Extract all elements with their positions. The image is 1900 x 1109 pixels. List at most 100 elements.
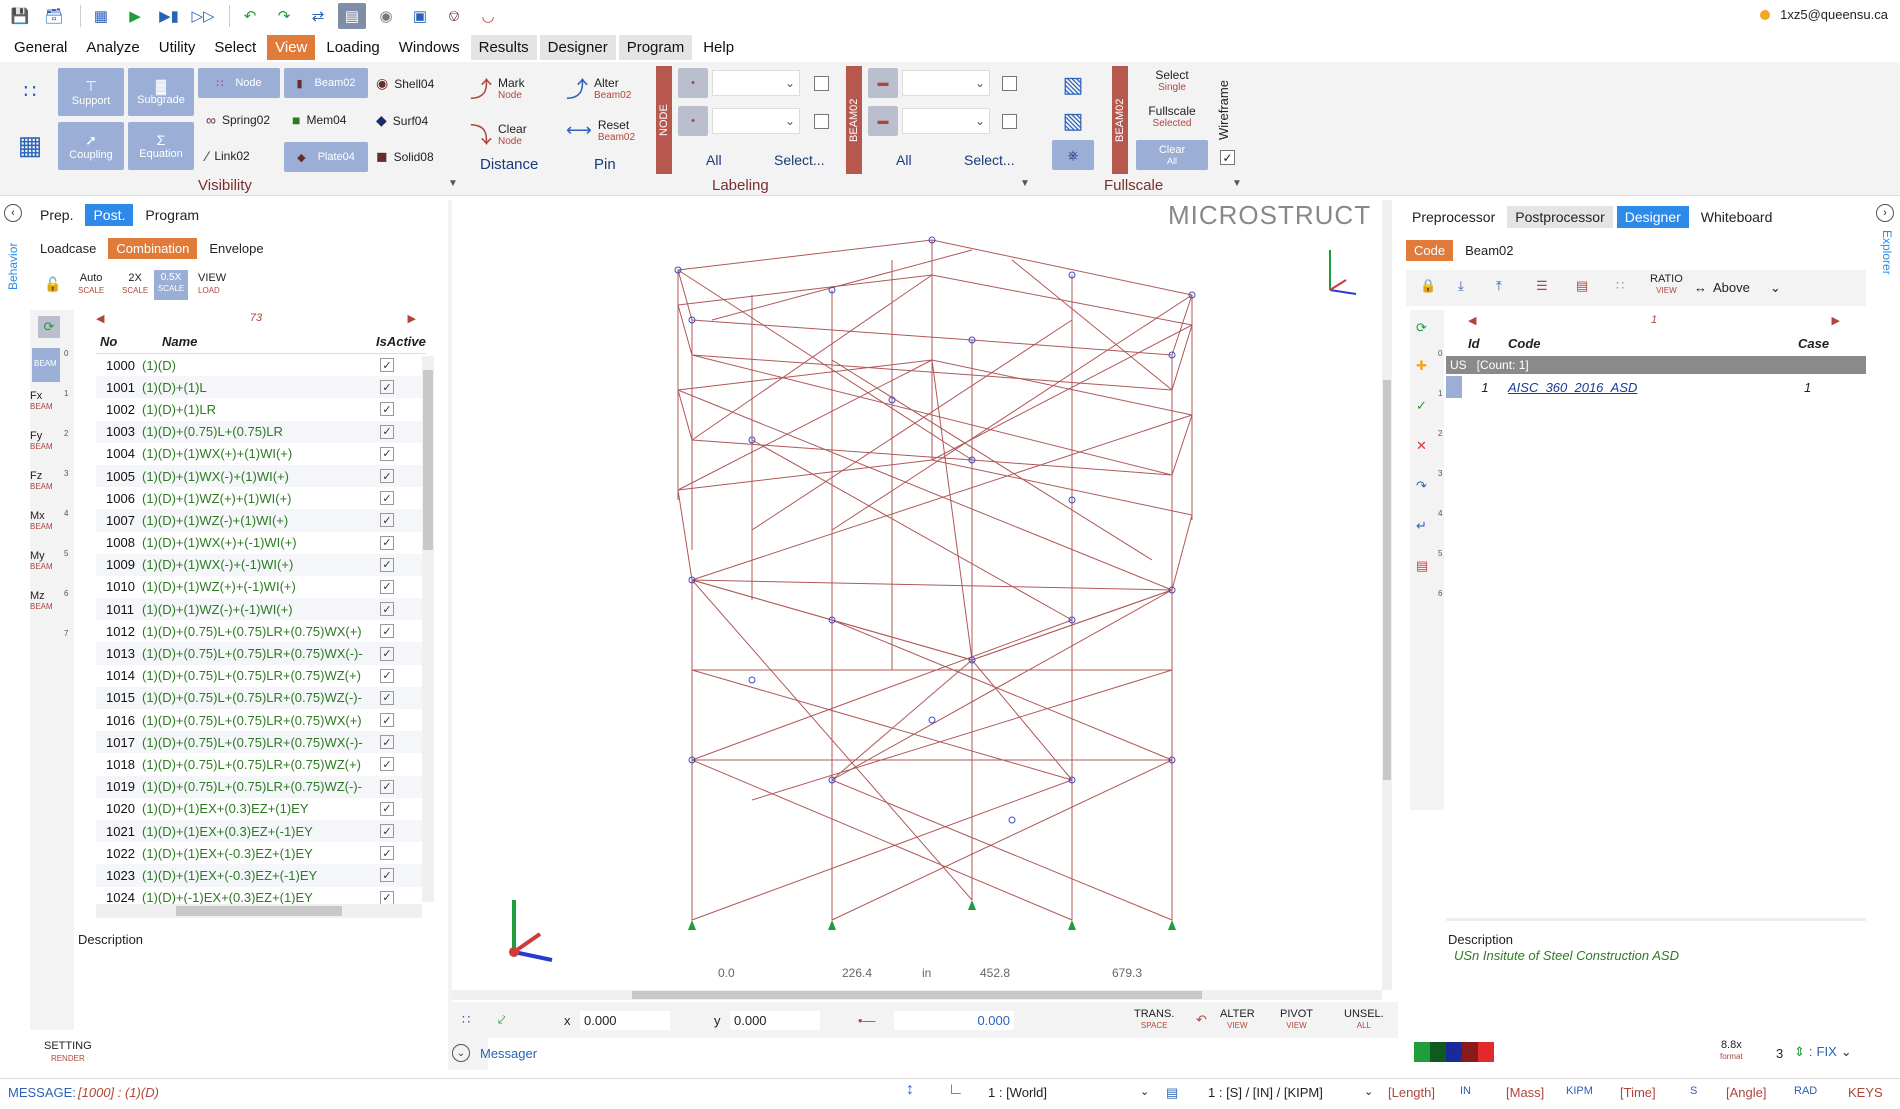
lock-icon[interactable]: 🔓 <box>44 276 61 293</box>
tab-preprocessor[interactable]: Preprocessor <box>1404 206 1503 228</box>
explorer-side-tab[interactable]: Explorer <box>1880 230 1894 290</box>
cursor-icon[interactable]: ⤦ <box>498 1012 505 1028</box>
solid08-button[interactable]: ◼ Solid08 <box>376 148 434 165</box>
table-row[interactable]: 1001 (1)(D)+(1)L ✓ <box>96 376 426 399</box>
messager-bar[interactable]: ⌄ Messager <box>452 1044 537 1062</box>
chevron-down-icon[interactable]: ⌄ <box>452 1044 470 1062</box>
beam-label-combo-2[interactable]: ⌄ <box>902 108 990 134</box>
surf04-button[interactable]: ◆ Surf04 <box>376 112 428 129</box>
clear-all-button[interactable]: Clear All <box>1136 140 1208 170</box>
menu-general[interactable]: General <box>6 35 75 60</box>
frame-icon[interactable]: ⎊ <box>440 3 468 29</box>
pin-button[interactable]: Pin <box>594 156 616 173</box>
beam-label-icon-2[interactable]: ▬ <box>868 106 898 136</box>
chevron-down-icon[interactable]: ⌄ <box>1364 1085 1373 1098</box>
jump-icon[interactable]: ▷▷ <box>189 3 217 29</box>
grid-snap-icon[interactable]: ∷ <box>462 1012 470 1028</box>
table-row[interactable]: 1016 (1)(D)+(0.75)L+(0.75)LR+(0.75)WX(+) ✓ <box>96 709 426 731</box>
is-active-checkbox[interactable]: ✓ <box>380 446 394 461</box>
viewport-hscrollbar[interactable] <box>452 990 1382 1000</box>
tab-whiteboard[interactable]: Whiteboard <box>1693 206 1781 228</box>
length-unit[interactable]: IN <box>1460 1085 1471 1097</box>
link02-button[interactable]: ∕ Link02 <box>206 148 250 164</box>
coord-system-dropdown[interactable]: 1 : [World] <box>988 1085 1047 1100</box>
beam-all-button[interactable]: All <box>896 152 912 168</box>
collapse-left-icon[interactable]: ‹ <box>4 204 22 222</box>
table-row[interactable]: 1006 (1)(D)+(1)WZ(+)+(1)WI(+) ✓ <box>96 487 426 509</box>
is-active-checkbox[interactable]: ✓ <box>380 513 394 528</box>
is-active-checkbox[interactable]: ✓ <box>380 402 394 417</box>
arch-icon[interactable]: ◡ <box>474 3 502 29</box>
menu-select[interactable]: Select <box>206 35 264 60</box>
menu-loading[interactable]: Loading <box>318 35 387 60</box>
save-as-icon[interactable]: 🗃 <box>40 3 68 29</box>
is-active-checkbox[interactable]: ✓ <box>380 491 394 506</box>
shell04-button[interactable]: ◉ Shell04 <box>376 75 434 92</box>
beam-label-checkbox-2[interactable] <box>1002 114 1017 129</box>
visibility-expand-icon[interactable]: ▼ <box>448 178 458 189</box>
tab-loadcase[interactable]: Loadcase <box>32 238 104 259</box>
unselect-all-button[interactable]: UNSEL. ALL <box>1344 1009 1384 1031</box>
fullscale-icon-1[interactable]: ▧ <box>1052 68 1094 102</box>
equation-button[interactable]: Σ Equation <box>128 122 194 170</box>
tab-prep[interactable]: Prep. <box>32 204 81 226</box>
beam-toggle[interactable]: BEAM <box>32 348 60 382</box>
menu-view[interactable]: View <box>267 34 316 60</box>
fullscale-icon-2[interactable]: ▧ <box>1052 104 1094 138</box>
save-icon[interactable]: 💾 <box>6 3 34 29</box>
refresh-icon[interactable]: ⟳ <box>1416 320 1427 336</box>
node-label-checkbox-1[interactable] <box>814 76 829 91</box>
pager-next-icon[interactable]: ▶ <box>408 312 416 325</box>
x-coordinate-field[interactable]: 0.000 <box>580 1010 670 1030</box>
table-row[interactable]: 1002 (1)(D)+(1)LR ✓ <box>96 398 426 420</box>
table-row[interactable]: 1017 (1)(D)+(0.75)L+(0.75)LR+(0.75)WX(-)-… <box>96 731 426 754</box>
undo-icon[interactable]: ↶ <box>236 3 264 29</box>
table-row[interactable]: 1024 (1)(D)+(-1)EX+(0.3)EZ+(1)EY ✓ <box>96 887 426 904</box>
2x-scale-button[interactable]: 2X SCALE <box>122 272 148 296</box>
is-active-checkbox[interactable]: ✓ <box>380 757 394 772</box>
table-row[interactable]: 1012 (1)(D)+(0.75)L+(0.75)LR+(0.75)WX(+) ✓ <box>96 620 426 642</box>
behavior-side-tab[interactable]: Behavior <box>6 230 20 290</box>
grid-icon[interactable]: ▦ <box>8 124 52 166</box>
pager-next-icon[interactable]: ▶ <box>1832 314 1840 327</box>
beam-label-icon-1[interactable]: ▬ <box>868 68 898 98</box>
is-active-checkbox[interactable]: ✓ <box>380 846 394 861</box>
table-icon[interactable]: ▤ <box>1576 278 1588 294</box>
time-unit[interactable]: S <box>1690 1085 1697 1097</box>
tab-post[interactable]: Post. <box>85 204 134 226</box>
is-active-checkbox[interactable]: ✓ <box>380 735 394 750</box>
0.5x-scale-button[interactable]: 0.5X SCALE <box>154 270 188 300</box>
tab-designer[interactable]: Designer <box>1616 206 1689 228</box>
node-label-icon-2[interactable]: • <box>678 106 708 136</box>
beam-label-checkbox-1[interactable] <box>1002 76 1017 91</box>
table-row[interactable]: 1013 (1)(D)+(0.75)L+(0.75)LR+(0.75)WX(-)-… <box>96 642 426 665</box>
dots-icon[interactable]: ∷ <box>1616 278 1624 294</box>
node-label-checkbox-2[interactable] <box>814 114 829 129</box>
model-icon[interactable]: ▦ <box>87 3 115 29</box>
tab-code[interactable]: Code <box>1406 240 1454 261</box>
run-icon[interactable]: ▶ <box>121 3 149 29</box>
axis-icon[interactable]: ∟ <box>948 1081 964 1099</box>
node-all-button[interactable]: All <box>706 152 722 168</box>
fullscale-expand-icon[interactable]: ▼ <box>1232 178 1242 189</box>
tab-combination[interactable]: Combination <box>108 238 198 259</box>
clear-node-button[interactable]: ⤵ Clear Node <box>470 118 527 150</box>
ratio-view-button[interactable]: RATIO VIEW <box>1650 274 1683 296</box>
swap-icon[interactable]: ⇄ <box>304 3 332 29</box>
is-active-checkbox[interactable]: ✓ <box>380 535 394 550</box>
grid-dots-icon[interactable]: ∷ <box>8 70 52 112</box>
labeling-expand-icon[interactable]: ▼ <box>1020 178 1030 189</box>
alter-beam-button[interactable]: ⤴ Alter Beam02 <box>566 72 631 104</box>
refresh-icon[interactable]: ⟳ <box>38 316 60 338</box>
model-viewport[interactable]: MICROSTRUCT 0.0 226.4 in 452.8 679.3 <box>452 200 1400 1030</box>
table-row[interactable]: 1009 (1)(D)+(1)WX(-)+(-1)WI(+) ✓ <box>96 553 426 576</box>
table-row[interactable]: 1000 (1)(D) ✓ <box>96 354 426 376</box>
table-row[interactable]: 1015 (1)(D)+(0.75)L+(0.75)LR+(0.75)WZ(-)-… <box>96 686 426 709</box>
add-icon[interactable]: ✚ <box>1416 358 1427 374</box>
alter-view-button[interactable]: ALTER VIEW <box>1220 1009 1255 1031</box>
trans-space-button[interactable]: TRANS. SPACE <box>1134 1009 1174 1031</box>
structure-wireframe[interactable] <box>452 200 1392 1000</box>
unit-system-dropdown[interactable]: 1 : [S] / [IN] / [KIPM] <box>1208 1085 1323 1100</box>
tab-program[interactable]: Program <box>137 204 207 226</box>
is-active-checkbox[interactable]: ✓ <box>380 424 394 439</box>
